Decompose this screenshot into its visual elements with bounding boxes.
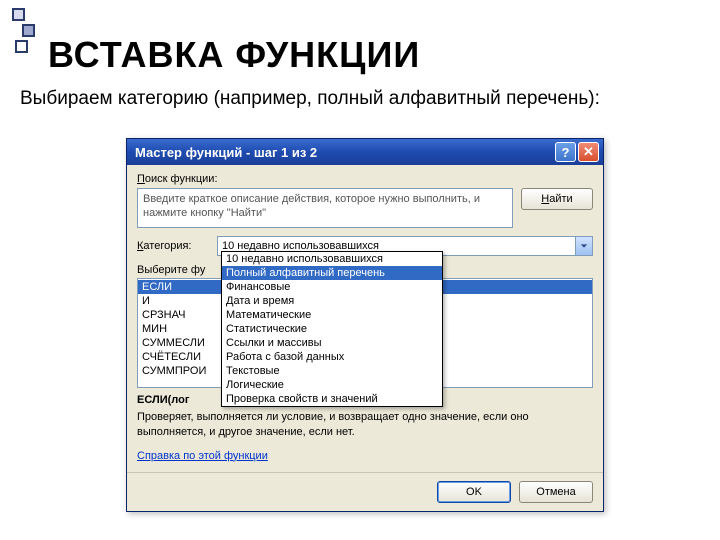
dropdown-option[interactable]: Полный алфавитный перечень: [222, 266, 442, 280]
category-label: Категория:: [137, 240, 211, 252]
search-label: Поиск функции:: [137, 173, 593, 185]
dropdown-option[interactable]: Дата и время: [222, 294, 442, 308]
dropdown-option[interactable]: Работа с базой данных: [222, 350, 442, 364]
help-link[interactable]: Справка по этой функции: [137, 450, 268, 462]
close-button[interactable]: ✕: [578, 142, 599, 162]
function-description: Проверяет, выполняется ли условие, и воз…: [137, 410, 593, 440]
dialog-title: Мастер функций - шаг 1 из 2: [131, 145, 553, 160]
slide-title: ВСТАВКА ФУНКЦИИ: [48, 34, 420, 76]
category-dropdown[interactable]: 10 недавно использовавшихсяПолный алфави…: [221, 251, 443, 407]
dropdown-option[interactable]: Логические: [222, 378, 442, 392]
chevron-down-icon[interactable]: [575, 237, 592, 255]
function-wizard-dialog: Мастер функций - шаг 1 из 2 ? ✕ Поиск фу…: [126, 138, 604, 512]
help-button[interactable]: ?: [555, 142, 576, 162]
cancel-button[interactable]: Отмена: [519, 481, 593, 503]
dropdown-option[interactable]: Финансовые: [222, 280, 442, 294]
search-input[interactable]: Введите краткое описание действия, котор…: [137, 188, 513, 228]
dropdown-option[interactable]: Текстовые: [222, 364, 442, 378]
find-button[interactable]: Найти: [521, 188, 593, 210]
dropdown-option[interactable]: Математические: [222, 308, 442, 322]
dropdown-option[interactable]: Ссылки и массивы: [222, 336, 442, 350]
titlebar[interactable]: Мастер функций - шаг 1 из 2 ? ✕: [127, 139, 603, 165]
slide-bullet-deco: [12, 8, 42, 56]
slide-subtitle: Выбираем категорию (например, полный алф…: [20, 88, 600, 110]
dropdown-option[interactable]: 10 недавно использовавшихся: [222, 252, 442, 266]
dropdown-option[interactable]: Статистические: [222, 322, 442, 336]
ok-button[interactable]: OK: [437, 481, 511, 503]
dialog-button-row: OK Отмена: [127, 472, 603, 511]
dropdown-option[interactable]: Проверка свойств и значений: [222, 392, 442, 406]
